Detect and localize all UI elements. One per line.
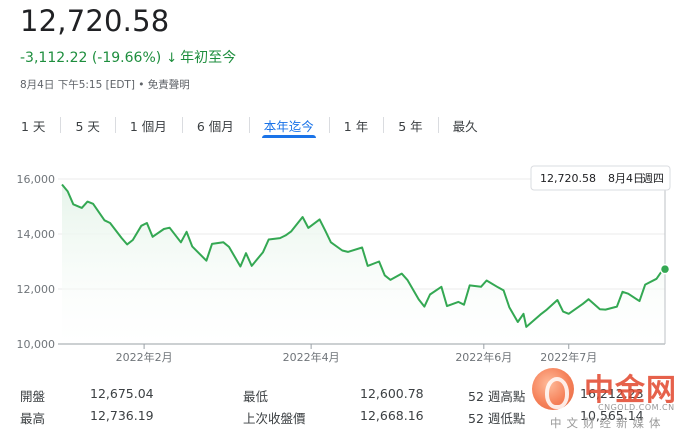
x-tick-label: 2022年6月 [455,350,512,364]
stat-row: 上次收盤價 12,668.16 [243,408,424,427]
y-tick-label: 12,000 [17,283,56,296]
watermark-url: CNGOLD.COM.CN [598,403,675,412]
range-tab-label: 5 年 [398,119,423,134]
range-tab[interactable]: 5 天 [60,112,114,138]
stat-label: 開盤 [20,389,46,404]
range-tab[interactable]: 1 年 [328,112,383,138]
range-tab-label: 1 個月 [129,119,167,134]
last-point-marker [659,263,671,275]
stat-value: 12,600.78 [360,386,424,401]
price-chart[interactable]: 16,000 14,000 12,000 10,000 2022年2月 2022年4月 20… [0,150,687,365]
active-tab-indicator [261,135,316,138]
y-tick-label: 14,000 [17,228,56,241]
stat-value: 12,675.04 [90,386,154,401]
change-period: 年初至今 [180,50,237,66]
tooltip-weekday: 週四 [642,172,664,185]
arrow-down-icon: ↓ [166,51,178,66]
stat-value: 12,736.19 [90,408,154,423]
cngold-logo-icon [532,368,574,410]
range-tab-label: 本年迄今 [263,119,314,134]
stat-row: 52 週高點 16,212.23 [468,386,644,405]
stat-label: 最低 [243,389,269,404]
stat-row: 最高 12,736.19 [20,408,154,427]
y-tick-label: 10,000 [17,338,56,351]
x-tick-label: 2022年4月 [283,350,340,364]
change-value: -3,112.22 (-19.66%) [20,50,162,66]
stat-label: 最高 [20,411,46,426]
area-fill [62,184,665,344]
stat-label: 上次收盤價 [243,411,306,426]
range-tab[interactable]: 1 天 [6,112,60,138]
range-tab[interactable]: 1 個月 [114,112,182,138]
timestamp-disclaimer[interactable]: 8月4日 下午5:15 [EDT] • 免責聲明 [20,77,190,92]
range-tab-label: 5 天 [75,119,100,134]
range-tab[interactable]: 6 個月 [181,112,249,138]
range-tab-label: 6 個月 [196,119,234,134]
range-tab-label: 1 年 [343,119,369,134]
tooltip-value: 12,720.58 [540,172,596,185]
stat-row: 最低 12,600.78 [243,386,424,405]
tooltip-date: 8月4日 [608,172,644,185]
y-tick-label: 16,000 [17,173,56,186]
x-tick-label: 2022年7月 [540,350,597,364]
range-tab[interactable]: 最久 [437,112,493,138]
stat-label: 52 週低點 [468,411,526,426]
chart-svg[interactable]: 16,000 14,000 12,000 10,000 2022年2月 2022年4月 20… [0,150,687,365]
watermark-tagline: 中文财经新媒体 [550,416,666,430]
stat-row: 開盤 12,675.04 [20,386,154,405]
range-tab-label: 1 天 [21,119,46,134]
x-tick-label: 2022年2月 [116,350,173,364]
stat-value: 12,668.16 [360,408,424,423]
price-change: -3,112.22 (-19.66%) ↓ 年初至今 [20,47,236,67]
range-tabs: 1 天 5 天 1 個月 6 個月 本年迄今 1 年 5 年 最久 [6,112,493,138]
range-tab-label: 最久 [452,119,478,134]
stat-label: 52 週高點 [468,389,526,404]
range-tab[interactable]: 5 年 [383,112,437,138]
stat-row: 52 週低點 10,565.14 [468,408,644,427]
range-tab[interactable]: 本年迄今 [248,112,329,138]
current-price: 12,720.58 [20,4,170,38]
watermark: 中金网 CNGOLD.COM.CN 中文财经新媒体 [528,365,687,442]
